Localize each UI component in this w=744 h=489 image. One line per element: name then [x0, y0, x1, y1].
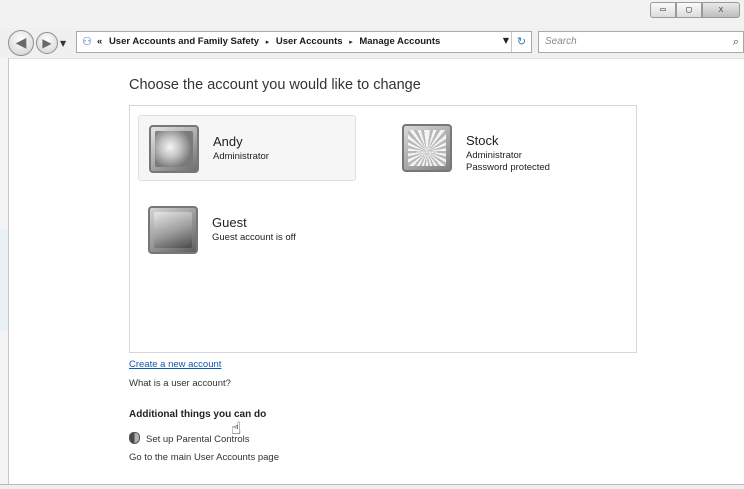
account-status: Guest account is off [212, 232, 296, 243]
close-button[interactable]: x [702, 2, 740, 18]
additional-tasks-heading: Additional things you can do [129, 409, 267, 420]
breadcrumb: « User Accounts and Family Safety ▸ User… [97, 36, 444, 47]
avatar-image-icon [408, 130, 446, 166]
breadcrumb-item-user-accounts[interactable]: User Accounts [276, 36, 343, 47]
avatar [149, 125, 199, 173]
main-user-accounts-link[interactable]: Go to the main User Accounts page [129, 452, 279, 463]
back-button[interactable]: ◀ [8, 30, 34, 56]
account-name: Andy [213, 134, 243, 149]
account-tile-stock[interactable]: Stock Administrator Password protected [392, 115, 610, 181]
window: ▭ ▢ x ◀ ▶ ▼ ⚇ « User Accounts and Family… [0, 0, 744, 489]
forward-arrow-icon: ▶ [42, 36, 52, 50]
account-status: Password protected [466, 162, 550, 173]
minimize-button[interactable]: ▭ [650, 2, 676, 18]
content-pane: Choose the account you would like to cha… [8, 58, 744, 484]
hand-cursor-icon: ☝ [231, 419, 242, 439]
address-dropdown-icon[interactable]: ▼ [503, 36, 509, 45]
avatar-image-icon [155, 131, 193, 167]
user-accounts-icon: ⚇ [82, 35, 92, 48]
recent-pages-dropdown[interactable]: ▼ [60, 39, 66, 48]
account-name: Stock [466, 133, 499, 148]
maximize-button[interactable]: ▢ [676, 2, 702, 18]
account-tile-andy[interactable]: Andy Administrator [138, 115, 356, 181]
create-account-link[interactable]: Create a new account [129, 359, 221, 370]
search-input[interactable]: Search ⌕ [538, 31, 744, 53]
search-placeholder: Search [545, 36, 577, 47]
refresh-button[interactable]: ↻ [511, 32, 531, 52]
forward-button[interactable]: ▶ [36, 32, 58, 54]
shield-icon [129, 432, 140, 444]
avatar [148, 206, 198, 254]
breadcrumb-separator[interactable]: ▸ [266, 39, 270, 46]
breadcrumb-separator[interactable]: ▸ [349, 39, 353, 46]
breadcrumb-item-user-accounts-family-safety[interactable]: User Accounts and Family Safety [109, 36, 259, 47]
search-icon[interactable]: ⌕ [733, 35, 739, 49]
navigation-bar: ◀ ▶ ▼ ⚇ « User Accounts and Family Safet… [0, 28, 744, 58]
page-title: Choose the account you would like to cha… [129, 77, 421, 93]
breadcrumb-item-manage-accounts[interactable]: Manage Accounts [359, 36, 440, 47]
back-arrow-icon: ◀ [15, 35, 27, 51]
account-tile-guest[interactable]: Guest Guest account is off [138, 197, 356, 263]
accounts-panel: Andy Administrator Stock Administrator P… [129, 105, 637, 353]
account-name: Guest [212, 215, 247, 230]
window-bottom-border [0, 484, 744, 489]
window-controls: ▭ ▢ x [650, 2, 740, 18]
avatar-image-icon [154, 212, 192, 248]
avatar [402, 124, 452, 172]
what-is-user-account-link[interactable]: What is a user account? [129, 378, 231, 389]
refresh-icon: ↻ [516, 35, 527, 48]
title-bar: ▭ ▢ x [0, 0, 744, 28]
address-bar[interactable]: ⚇ « User Accounts and Family Safety ▸ Us… [76, 31, 532, 53]
account-type: Administrator [213, 151, 269, 162]
account-type: Administrator [466, 150, 522, 161]
breadcrumb-overflow[interactable]: « [97, 36, 102, 47]
